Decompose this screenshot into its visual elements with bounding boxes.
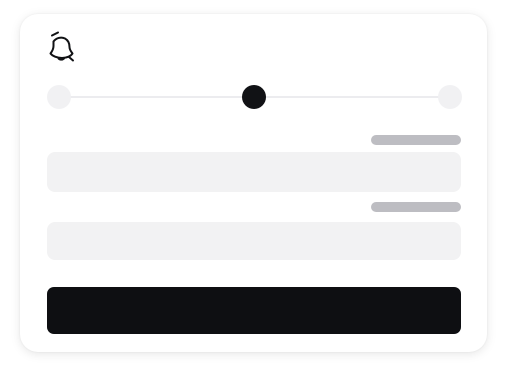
form-card [20,14,487,352]
step-2-indicator-current[interactable] [242,85,266,109]
step-3-indicator[interactable] [438,85,462,109]
field-1-label-placeholder [371,135,461,145]
bell-off-icon [49,31,74,62]
field-1-input[interactable] [47,152,461,192]
progress-stepper [47,85,462,109]
submit-button[interactable] [47,287,461,334]
step-1-indicator[interactable] [47,85,71,109]
field-2-input[interactable] [47,222,461,260]
field-2-label-placeholder [371,202,461,212]
